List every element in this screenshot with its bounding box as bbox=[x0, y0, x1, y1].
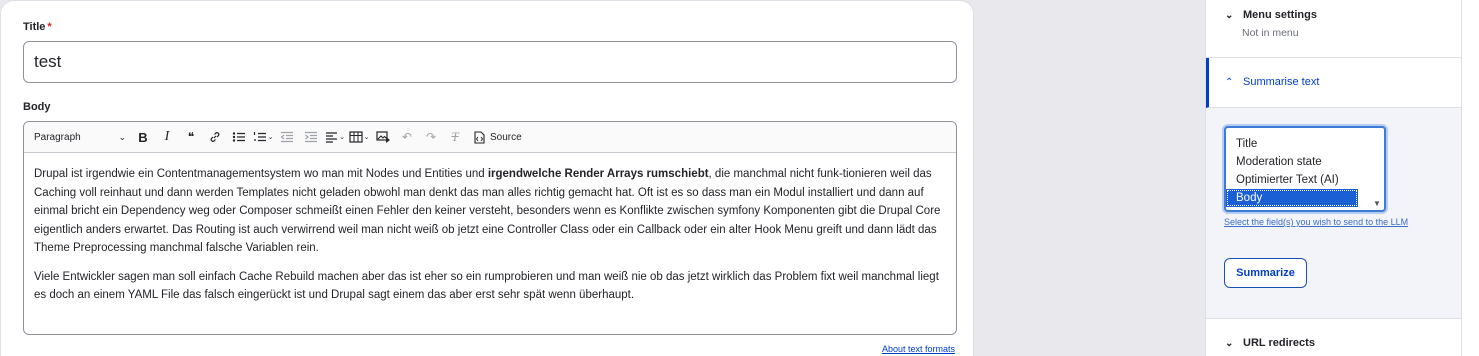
url-redirects-section: ⌄ URL redirects bbox=[1206, 318, 1462, 356]
remove-format-button[interactable]: T bbox=[444, 125, 466, 149]
chevron-down-icon: ⌄ bbox=[1225, 9, 1234, 21]
outdent-button[interactable] bbox=[276, 125, 298, 149]
menu-status: Not in menu bbox=[1242, 27, 1299, 39]
sidebar: ⌄ Menu settings Not in menu ⌃ Summarise te… bbox=[1205, 0, 1462, 356]
body-editor: Paragraph ⌄ B I ❝ ⌄ ⌄ ⌄ ↶ ↷ T Source Drup… bbox=[23, 121, 957, 335]
numbered-list-icon bbox=[253, 132, 266, 142]
blockquote-button[interactable]: ❝ bbox=[180, 125, 202, 149]
indent-icon bbox=[305, 131, 317, 143]
chevron-up-icon: ⌃ bbox=[1225, 76, 1234, 88]
body-label: Body bbox=[23, 101, 51, 113]
indent-button[interactable] bbox=[300, 125, 322, 149]
chevron-down-icon: ⌄ bbox=[339, 134, 345, 141]
field-select-listbox[interactable]: Title Moderation state Optimierter Text … bbox=[1224, 126, 1386, 212]
body-paragraph: Viele Entwickler sagen man soll einfach … bbox=[34, 270, 939, 302]
bulleted-list-icon bbox=[232, 132, 245, 142]
source-icon bbox=[474, 130, 485, 144]
bulleted-list-button[interactable] bbox=[228, 125, 250, 149]
menu-settings-section: ⌄ Menu settings Not in menu bbox=[1206, 0, 1462, 58]
field-option-selected[interactable]: Body bbox=[1226, 189, 1358, 207]
menu-settings-toggle[interactable]: ⌄ Menu settings bbox=[1225, 9, 1317, 21]
required-marker: * bbox=[47, 21, 52, 33]
remove-format-icon: T bbox=[451, 129, 459, 144]
listbox-scrollbar[interactable]: ▼ bbox=[1370, 128, 1384, 210]
undo-button[interactable]: ↶ bbox=[396, 125, 418, 149]
source-button[interactable]: Source bbox=[472, 130, 522, 144]
paragraph-format-select[interactable]: Paragraph ⌄ bbox=[32, 125, 132, 149]
editor-content[interactable]: Drupal ist irgendwie ein Contentmanageme… bbox=[24, 153, 956, 305]
italic-button[interactable]: I bbox=[156, 125, 178, 149]
field-option[interactable]: Optimierter Text (AI) bbox=[1226, 171, 1358, 189]
title-input[interactable] bbox=[23, 41, 957, 83]
media-icon bbox=[375, 130, 390, 143]
table-button[interactable]: ⌄ bbox=[348, 125, 370, 149]
bold-button[interactable]: B bbox=[132, 125, 154, 149]
link-button[interactable] bbox=[204, 125, 226, 149]
link-icon bbox=[210, 132, 220, 142]
node-edit-form: Title* Body Paragraph⌄ B I ❝ ⌄ ⌄ ⌄ ↶ ↷ T… bbox=[0, 0, 974, 356]
chevron-down-icon: ⌄ bbox=[118, 131, 126, 142]
chevron-down-icon: ▼ bbox=[1373, 199, 1381, 208]
about-text-formats-link[interactable]: About text formats bbox=[882, 344, 955, 354]
page-scrollbar[interactable] bbox=[1461, 0, 1479, 356]
chevron-down-icon: ⌄ bbox=[1225, 337, 1234, 349]
field-option[interactable]: Moderation state bbox=[1226, 153, 1358, 171]
summarise-text-section: ⌃ Summarise text bbox=[1206, 58, 1462, 108]
table-icon bbox=[348, 131, 363, 143]
title-label: Title * bbox=[23, 21, 52, 33]
align-left-icon bbox=[326, 132, 338, 143]
field-option[interactable]: Title bbox=[1226, 135, 1358, 153]
chevron-down-icon: ⌄ bbox=[267, 134, 274, 141]
align-button[interactable]: ⌄ bbox=[324, 125, 346, 149]
numbered-list-button[interactable]: ⌄ bbox=[252, 125, 274, 149]
insert-media-button[interactable] bbox=[372, 125, 394, 149]
url-redirects-toggle[interactable]: ⌄ URL redirects bbox=[1225, 337, 1315, 349]
redo-button[interactable]: ↷ bbox=[420, 125, 442, 149]
outdent-icon bbox=[280, 131, 293, 143]
summarise-text-toggle[interactable]: ⌃ Summarise text bbox=[1225, 76, 1319, 88]
summarize-button[interactable]: Summarize bbox=[1224, 258, 1307, 288]
field-select-help[interactable]: Select the field(s) you wish to send to … bbox=[1224, 217, 1408, 227]
editor-toolbar: Paragraph ⌄ B I ❝ ⌄ ⌄ ⌄ ↶ ↷ T Source bbox=[24, 122, 956, 153]
chevron-down-icon: ⌄ bbox=[363, 134, 370, 141]
body-paragraph: Drupal ist irgendwie ein Contentmanageme… bbox=[34, 168, 941, 254]
